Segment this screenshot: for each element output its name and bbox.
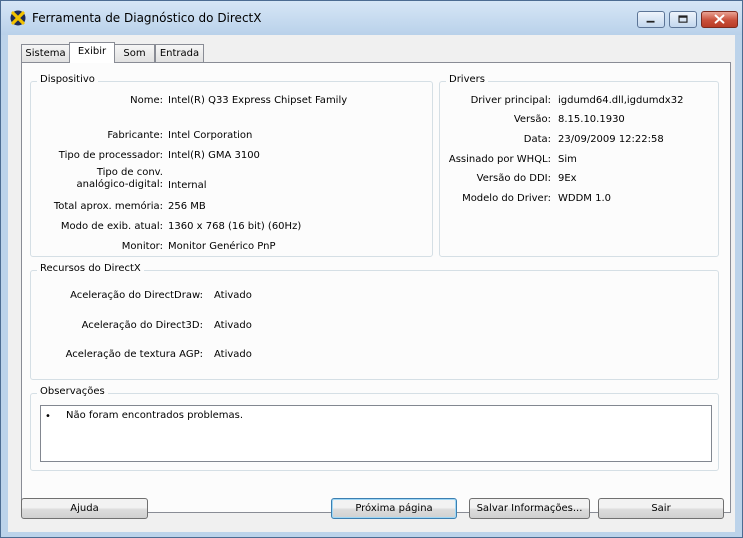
driver-model-value: WDDM 1.0 — [558, 193, 611, 204]
dac-type-label: Tipo de conv. analógico-digital: — [76, 167, 163, 190]
save-info-button-label: Salvar Informações... — [476, 503, 583, 514]
help-button[interactable]: Ajuda — [21, 498, 148, 519]
directx-features-group: Recursos do DirectX Aceleração do Direct… — [30, 263, 719, 380]
driver-model-label: Modelo do Driver: — [462, 193, 551, 204]
next-page-button[interactable]: Próxima página — [331, 498, 457, 519]
next-page-button-label: Próxima página — [355, 503, 433, 514]
direct3d-value: Ativado — [214, 320, 252, 331]
note-bullet: • — [45, 411, 51, 422]
dac-type-value: Internal — [168, 180, 207, 191]
title-bar[interactable]: Ferramenta de Diagnóstico do DirectX — [1, 1, 742, 35]
device-group: Dispositivo Nome: Intel(R) Q33 Express C… — [30, 74, 433, 257]
tab-label: Sistema — [25, 48, 66, 59]
maximize-icon — [678, 15, 688, 23]
display-mode-value: 1360 x 768 (16 bit) (60Hz) — [168, 221, 302, 232]
exit-button[interactable]: Sair — [598, 498, 724, 519]
directdraw-value: Ativado — [214, 290, 252, 301]
whql-label: Assinado por WHQL: — [448, 154, 551, 165]
tab-sistema[interactable]: Sistema — [21, 44, 70, 62]
drivers-group-title: Drivers — [446, 74, 488, 85]
main-driver-value: igdumd64.dll,igdumdx32 — [558, 95, 684, 106]
processor-type-value: Intel(R) GMA 3100 — [168, 150, 260, 161]
device-name-label: Nome: — [130, 95, 163, 106]
tab-panel-exibir: Dispositivo Nome: Intel(R) Q33 Express C… — [21, 62, 731, 513]
tab-exibir[interactable]: Exibir — [69, 42, 115, 63]
manufacturer-value: Intel Corporation — [168, 130, 253, 141]
minimize-icon — [646, 20, 655, 23]
notes-group: Observações • Não foram encontrados prob… — [30, 386, 719, 471]
memory-value: 256 MB — [168, 201, 206, 212]
notes-textbox[interactable]: • Não foram encontrados problemas. — [40, 405, 712, 462]
tab-som[interactable]: Som — [114, 44, 155, 62]
note-item: Não foram encontrados problemas. — [66, 410, 244, 421]
client-area: Sistema Exibir Som Entrada Dispositivo N… — [8, 35, 735, 532]
close-button[interactable] — [701, 11, 738, 28]
tab-label: Exibir — [77, 46, 107, 57]
ddi-version-value: 9Ex — [558, 173, 577, 184]
agp-texture-label: Aceleração de textura AGP: — [65, 349, 203, 360]
ddi-version-label: Versão do DDI: — [476, 173, 551, 184]
monitor-value: Monitor Genérico PnP — [168, 241, 276, 252]
date-value: 23/09/2009 12:22:58 — [558, 134, 664, 145]
date-label: Data: — [523, 134, 551, 145]
tab-entrada[interactable]: Entrada — [155, 44, 204, 62]
version-value: 8.15.10.1930 — [558, 114, 625, 125]
device-group-title: Dispositivo — [37, 74, 98, 85]
window-title: Ferramenta de Diagnóstico do DirectX — [32, 11, 262, 25]
processor-type-label: Tipo de processador: — [58, 150, 163, 161]
direct3d-label: Aceleração do Direct3D: — [81, 320, 203, 331]
close-icon — [714, 14, 725, 24]
save-info-button[interactable]: Salvar Informações... — [469, 498, 590, 519]
exit-button-label: Sair — [651, 503, 671, 514]
minimize-button[interactable] — [637, 11, 665, 28]
tab-label: Entrada — [159, 48, 200, 59]
drivers-group: Drivers Driver principal: igdumd64.dll,i… — [439, 74, 719, 257]
directx-features-title: Recursos do DirectX — [37, 263, 144, 274]
memory-label: Total aprox. memória: — [53, 201, 163, 212]
display-mode-label: Modo de exib. atual: — [60, 221, 163, 232]
maximize-button[interactable] — [669, 11, 697, 28]
device-name-value: Intel(R) Q33 Express Chipset Family — [168, 95, 348, 106]
agp-texture-value: Ativado — [214, 349, 252, 360]
directx-diagnostic-window: Ferramenta de Diagnóstico do DirectX Sis… — [0, 0, 743, 538]
help-button-label: Ajuda — [70, 503, 99, 514]
directdraw-label: Aceleração do DirectDraw: — [70, 290, 203, 301]
monitor-label: Monitor: — [121, 241, 163, 252]
directx-icon — [10, 10, 26, 26]
tab-label: Som — [123, 48, 146, 59]
whql-value: Sim — [558, 154, 577, 165]
main-driver-label: Driver principal: — [470, 95, 551, 106]
notes-group-title: Observações — [37, 386, 108, 397]
version-label: Versão: — [513, 114, 551, 125]
manufacturer-label: Fabricante: — [107, 130, 163, 141]
